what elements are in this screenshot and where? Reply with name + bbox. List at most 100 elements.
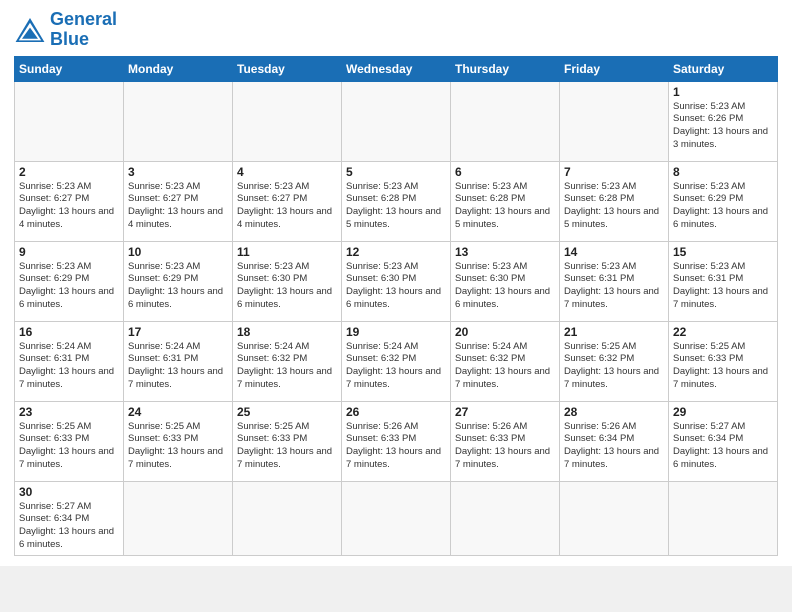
- day-info: Sunrise: 5:24 AM Sunset: 6:32 PM Dayligh…: [346, 341, 446, 392]
- calendar-cell: 22Sunrise: 5:25 AM Sunset: 6:33 PM Dayli…: [669, 321, 778, 401]
- calendar-cell: [342, 481, 451, 555]
- calendar-header: Sunday Monday Tuesday Wednesday Thursday…: [15, 56, 778, 81]
- logo-general: General: [50, 9, 117, 29]
- calendar-cell: [560, 481, 669, 555]
- day-info: Sunrise: 5:27 AM Sunset: 6:34 PM Dayligh…: [673, 421, 773, 472]
- calendar-cell: 30Sunrise: 5:27 AM Sunset: 6:34 PM Dayli…: [15, 481, 124, 555]
- day-info: Sunrise: 5:25 AM Sunset: 6:33 PM Dayligh…: [128, 421, 228, 472]
- day-number: 10: [128, 245, 228, 259]
- logo-text: General Blue: [50, 10, 117, 50]
- header-sunday: Sunday: [15, 56, 124, 81]
- day-info: Sunrise: 5:23 AM Sunset: 6:29 PM Dayligh…: [19, 261, 119, 312]
- calendar-cell: 3Sunrise: 5:23 AM Sunset: 6:27 PM Daylig…: [124, 161, 233, 241]
- calendar-cell: 11Sunrise: 5:23 AM Sunset: 6:30 PM Dayli…: [233, 241, 342, 321]
- day-info: Sunrise: 5:23 AM Sunset: 6:26 PM Dayligh…: [673, 101, 773, 152]
- day-number: 18: [237, 325, 337, 339]
- day-number: 29: [673, 405, 773, 419]
- calendar-cell: [233, 81, 342, 161]
- header-friday: Friday: [560, 56, 669, 81]
- calendar-cell: 18Sunrise: 5:24 AM Sunset: 6:32 PM Dayli…: [233, 321, 342, 401]
- day-number: 24: [128, 405, 228, 419]
- day-info: Sunrise: 5:23 AM Sunset: 6:31 PM Dayligh…: [673, 261, 773, 312]
- day-info: Sunrise: 5:23 AM Sunset: 6:27 PM Dayligh…: [128, 181, 228, 232]
- day-number: 30: [19, 485, 119, 499]
- calendar-cell: 4 Sunrise: 5:23 AM Sunset: 6:27 PM Daylig…: [233, 161, 342, 241]
- day-number: 12: [346, 245, 446, 259]
- calendar-cell: 26Sunrise: 5:26 AM Sunset: 6:33 PM Dayli…: [342, 401, 451, 481]
- calendar-cell: 1 Sunrise: 5:23 AM Sunset: 6:26 PM Daylig…: [669, 81, 778, 161]
- calendar-cell: [342, 81, 451, 161]
- day-number: 15: [673, 245, 773, 259]
- day-info: Sunrise: 5:25 AM Sunset: 6:33 PM Dayligh…: [673, 341, 773, 392]
- day-number: 9: [19, 245, 119, 259]
- calendar-cell: [669, 481, 778, 555]
- calendar-cell: 28 Sunrise: 5:26 AM Sunset: 6:34 PM Dayli…: [560, 401, 669, 481]
- calendar-cell: 13 Sunrise: 5:23 AM Sunset: 6:30 PM Dayli…: [451, 241, 560, 321]
- day-number: 5: [346, 165, 446, 179]
- day-number: 13: [455, 245, 555, 259]
- day-info: Sunrise: 5:25 AM Sunset: 6:33 PM Dayligh…: [19, 421, 119, 472]
- calendar-cell: [233, 481, 342, 555]
- day-info: Sunrise: 5:23 AM Sunset: 6:28 PM Dayligh…: [455, 181, 555, 232]
- day-number: 14: [564, 245, 664, 259]
- day-number: 26: [346, 405, 446, 419]
- day-info: Sunrise: 5:23 AM Sunset: 6:27 PM Dayligh…: [237, 181, 337, 232]
- day-number: 23: [19, 405, 119, 419]
- day-info: Sunrise: 5:23 AM Sunset: 6:30 PM Dayligh…: [346, 261, 446, 312]
- logo: General Blue: [14, 10, 117, 50]
- day-number: 4: [237, 165, 337, 179]
- day-number: 7: [564, 165, 664, 179]
- day-info: Sunrise: 5:24 AM Sunset: 6:31 PM Dayligh…: [19, 341, 119, 392]
- calendar-cell: 6 Sunrise: 5:23 AM Sunset: 6:28 PM Daylig…: [451, 161, 560, 241]
- day-number: 16: [19, 325, 119, 339]
- header-tuesday: Tuesday: [233, 56, 342, 81]
- calendar-cell: 27Sunrise: 5:26 AM Sunset: 6:33 PM Dayli…: [451, 401, 560, 481]
- calendar-cell: 14Sunrise: 5:23 AM Sunset: 6:31 PM Dayli…: [560, 241, 669, 321]
- calendar-cell: 15 Sunrise: 5:23 AM Sunset: 6:31 PM Dayli…: [669, 241, 778, 321]
- day-info: Sunrise: 5:23 AM Sunset: 6:29 PM Dayligh…: [128, 261, 228, 312]
- calendar-cell: 23 Sunrise: 5:25 AM Sunset: 6:33 PM Dayli…: [15, 401, 124, 481]
- calendar-cell: 20 Sunrise: 5:24 AM Sunset: 6:32 PM Dayli…: [451, 321, 560, 401]
- calendar-cell: [451, 481, 560, 555]
- logo-icon: [14, 16, 46, 44]
- calendar-cell: 10 Sunrise: 5:23 AM Sunset: 6:29 PM Dayli…: [124, 241, 233, 321]
- calendar-table: Sunday Monday Tuesday Wednesday Thursday…: [14, 56, 778, 556]
- calendar-cell: 29 Sunrise: 5:27 AM Sunset: 6:34 PM Dayli…: [669, 401, 778, 481]
- calendar-body: 1 Sunrise: 5:23 AM Sunset: 6:26 PM Daylig…: [15, 81, 778, 555]
- day-info: Sunrise: 5:23 AM Sunset: 6:28 PM Dayligh…: [346, 181, 446, 232]
- header-monday: Monday: [124, 56, 233, 81]
- day-info: Sunrise: 5:24 AM Sunset: 6:31 PM Dayligh…: [128, 341, 228, 392]
- day-info: Sunrise: 5:23 AM Sunset: 6:30 PM Dayligh…: [455, 261, 555, 312]
- day-number: 28: [564, 405, 664, 419]
- day-number: 1: [673, 85, 773, 99]
- logo-blue: Blue: [50, 29, 89, 49]
- day-info: Sunrise: 5:25 AM Sunset: 6:33 PM Dayligh…: [237, 421, 337, 472]
- calendar-cell: [560, 81, 669, 161]
- calendar-cell: 8Sunrise: 5:23 AM Sunset: 6:29 PM Daylig…: [669, 161, 778, 241]
- day-number: 2: [19, 165, 119, 179]
- day-info: Sunrise: 5:26 AM Sunset: 6:34 PM Dayligh…: [564, 421, 664, 472]
- day-number: 8: [673, 165, 773, 179]
- day-info: Sunrise: 5:23 AM Sunset: 6:30 PM Dayligh…: [237, 261, 337, 312]
- header-wednesday: Wednesday: [342, 56, 451, 81]
- calendar-cell: 16 Sunrise: 5:24 AM Sunset: 6:31 PM Dayli…: [15, 321, 124, 401]
- day-number: 25: [237, 405, 337, 419]
- calendar-cell: 19 Sunrise: 5:24 AM Sunset: 6:32 PM Dayli…: [342, 321, 451, 401]
- calendar-cell: [124, 481, 233, 555]
- calendar-cell: [15, 81, 124, 161]
- weekday-header-row: Sunday Monday Tuesday Wednesday Thursday…: [15, 56, 778, 81]
- day-number: 17: [128, 325, 228, 339]
- calendar-cell: 24 Sunrise: 5:25 AM Sunset: 6:33 PM Dayli…: [124, 401, 233, 481]
- calendar-cell: 21Sunrise: 5:25 AM Sunset: 6:32 PM Dayli…: [560, 321, 669, 401]
- day-number: 21: [564, 325, 664, 339]
- day-number: 20: [455, 325, 555, 339]
- day-info: Sunrise: 5:26 AM Sunset: 6:33 PM Dayligh…: [455, 421, 555, 472]
- day-number: 6: [455, 165, 555, 179]
- day-number: 19: [346, 325, 446, 339]
- calendar-cell: 9 Sunrise: 5:23 AM Sunset: 6:29 PM Daylig…: [15, 241, 124, 321]
- calendar-cell: 7Sunrise: 5:23 AM Sunset: 6:28 PM Daylig…: [560, 161, 669, 241]
- calendar-cell: 25 Sunrise: 5:25 AM Sunset: 6:33 PM Dayli…: [233, 401, 342, 481]
- day-info: Sunrise: 5:23 AM Sunset: 6:27 PM Dayligh…: [19, 181, 119, 232]
- day-info: Sunrise: 5:24 AM Sunset: 6:32 PM Dayligh…: [455, 341, 555, 392]
- calendar-cell: 17 Sunrise: 5:24 AM Sunset: 6:31 PM Dayli…: [124, 321, 233, 401]
